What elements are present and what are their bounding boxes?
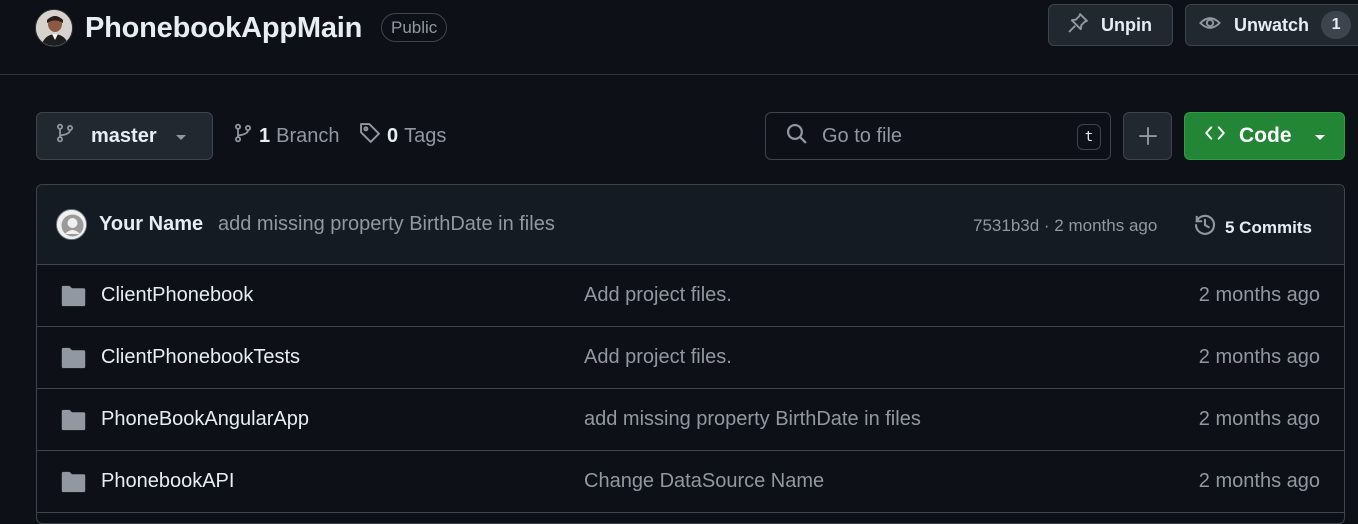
- unwatch-button[interactable]: Unwatch 1: [1185, 4, 1358, 46]
- file-name-link[interactable]: ClientPhonebookTests: [101, 346, 300, 369]
- git-branch-icon: [55, 122, 75, 150]
- git-branch-icon: [233, 122, 253, 150]
- file-row[interactable]: ClientPhonebookTests Add project files. …: [37, 327, 1344, 389]
- chevron-down-icon: [1314, 124, 1326, 148]
- file-browser: Your Name add missing property BirthDate…: [36, 184, 1345, 524]
- code-icon: [1203, 123, 1227, 149]
- commits-count-label: 5 Commits: [1225, 217, 1312, 237]
- branch-count: 1: [259, 124, 271, 147]
- plus-icon: [1138, 120, 1158, 153]
- file-commit-date: 2 months ago: [1198, 408, 1320, 430]
- tag-count: 0: [387, 124, 399, 147]
- go-to-file-input[interactable]: [822, 124, 1062, 148]
- add-file-button[interactable]: [1123, 112, 1172, 160]
- repo-name[interactable]: PhonebookAppMain: [85, 9, 362, 47]
- folder-icon: [61, 409, 86, 436]
- commit-author[interactable]: Your Name: [99, 213, 203, 236]
- file-commit-date: 2 months ago: [1198, 346, 1320, 368]
- branch-name: master: [91, 124, 157, 147]
- commits-history-link[interactable]: 5 Commits: [1193, 213, 1312, 242]
- file-commit-message[interactable]: Change DataSource Name: [584, 470, 824, 493]
- visibility-badge: Public: [381, 13, 448, 42]
- latest-commit-bar: Your Name add missing property BirthDate…: [37, 185, 1344, 265]
- code-button[interactable]: Code: [1184, 112, 1345, 160]
- file-commit-date: 2 months ago: [1198, 284, 1320, 306]
- code-label: Code: [1239, 124, 1292, 147]
- branches-link[interactable]: 1 Branch: [233, 112, 340, 160]
- go-to-file-search[interactable]: t: [765, 112, 1111, 160]
- file-commit-date: 2 months ago: [1198, 470, 1320, 492]
- watch-counter: 1: [1321, 11, 1352, 39]
- eye-icon: [1198, 12, 1234, 39]
- search-icon: [786, 123, 808, 150]
- file-name-link[interactable]: ClientPhonebook: [101, 284, 253, 307]
- pin-icon: [1067, 12, 1101, 39]
- file-commit-message[interactable]: Add project files.: [584, 346, 732, 369]
- tags-link[interactable]: 0 Tags: [359, 112, 446, 160]
- branch-label: Branch: [276, 124, 340, 147]
- unpin-label: Unpin: [1101, 14, 1152, 35]
- file-commit-message[interactable]: Add project files.: [584, 284, 732, 307]
- file-name-link[interactable]: PhonebookAPI: [101, 470, 234, 493]
- folder-icon: [61, 471, 86, 498]
- unwatch-label: Unwatch: [1234, 14, 1310, 35]
- repo-toolbar: master 1 Branch 0 Tags Go to file t Code: [0, 112, 1358, 160]
- history-icon: [1193, 213, 1225, 242]
- tag-icon: [359, 122, 381, 150]
- chevron-down-icon: [175, 125, 187, 148]
- folder-icon: [61, 285, 86, 312]
- tag-label: Tags: [404, 124, 447, 147]
- file-commit-message[interactable]: add missing property BirthDate in files: [584, 408, 921, 431]
- commit-message[interactable]: add missing property BirthDate in files: [218, 213, 555, 236]
- file-name-link[interactable]: PhoneBookAngularApp: [101, 408, 309, 431]
- file-row[interactable]: PhoneBookAngularApp add missing property…: [37, 389, 1344, 451]
- repo-header: PhonebookAppMain Public Unpin Unwatch 1: [0, 0, 1358, 75]
- file-row[interactable]: ClientPhonebook Add project files. 2 mon…: [37, 265, 1344, 327]
- unpin-button[interactable]: Unpin: [1048, 4, 1173, 46]
- file-row[interactable]: PhonebookAPI Change DataSource Name 2 mo…: [37, 451, 1344, 513]
- branch-selector[interactable]: master: [36, 112, 213, 160]
- author-avatar[interactable]: [56, 209, 87, 240]
- folder-icon: [61, 347, 86, 374]
- commit-hash-time[interactable]: 7531b3d · 2 months ago: [973, 216, 1157, 236]
- keyboard-shortcut-hint: t: [1077, 124, 1101, 150]
- owner-avatar[interactable]: [35, 9, 73, 47]
